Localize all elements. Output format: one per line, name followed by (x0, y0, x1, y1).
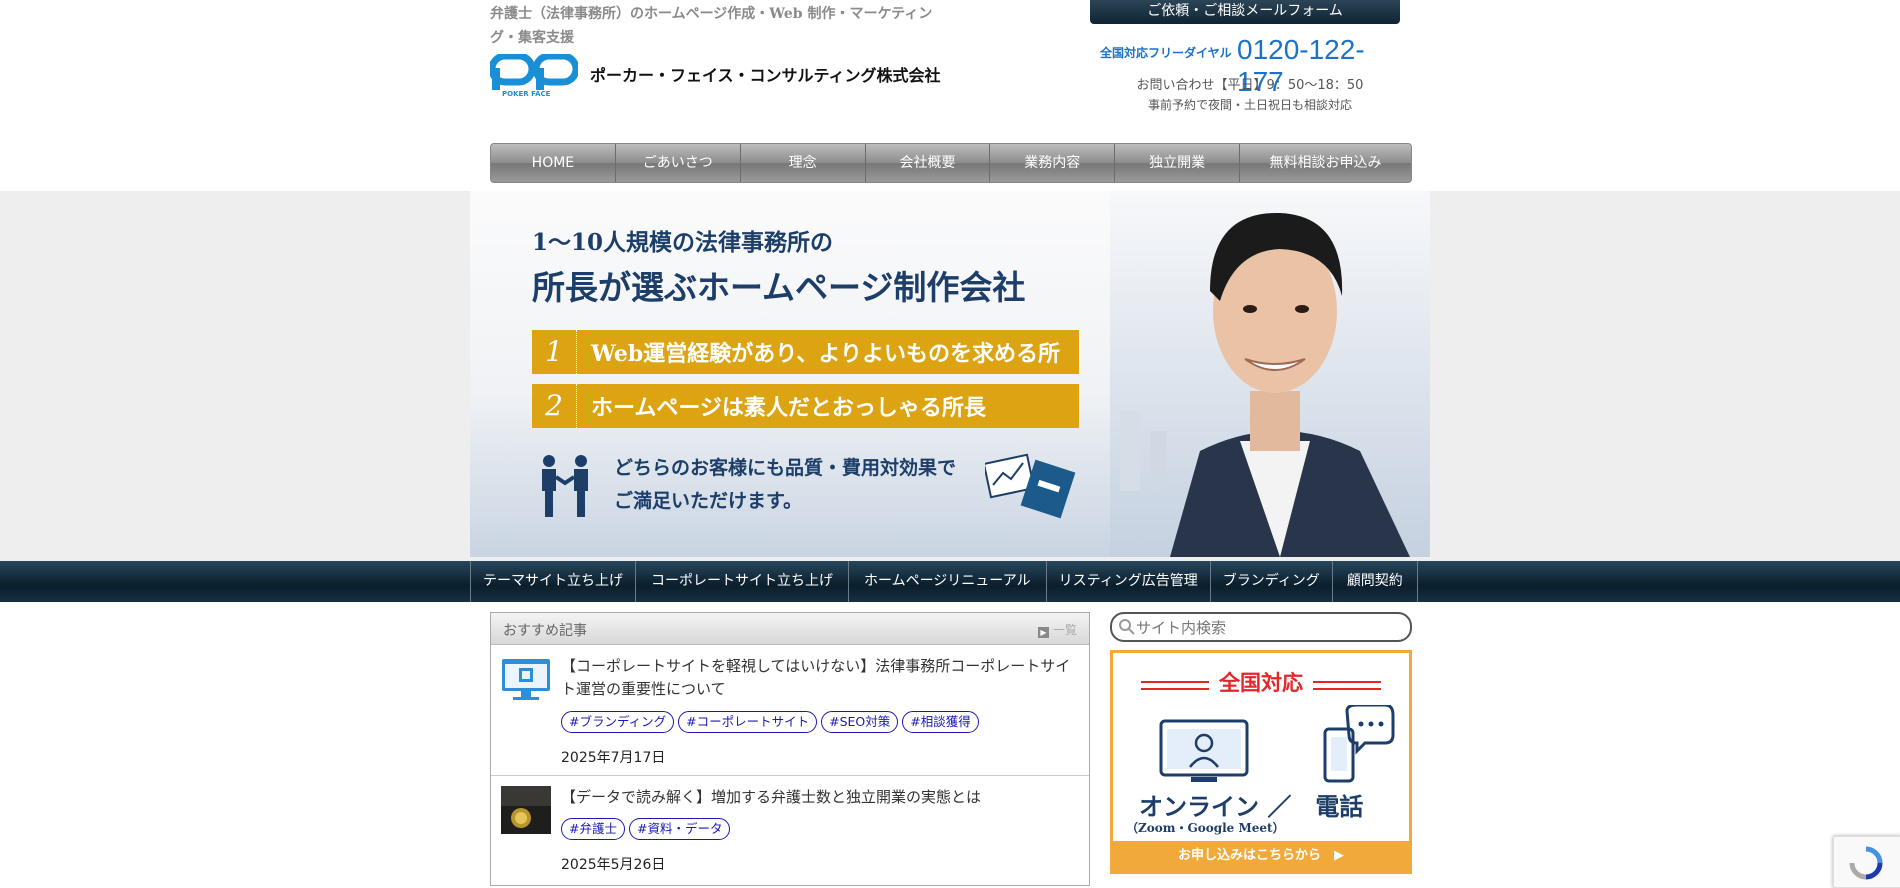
recaptcha-icon (1849, 846, 1883, 880)
computer-monitor-thumbnail[interactable] (501, 655, 551, 703)
view-all-link[interactable]: ▶ 一覧 (1037, 621, 1077, 638)
online-consult-banner[interactable]: 全国対応 オンライン ／ 電話 （Zoom・Google Meet） お申し込み… (1110, 650, 1412, 874)
point-number: 1 (532, 330, 577, 374)
arrow-right-icon: ▶ (1037, 627, 1049, 638)
online-meeting-icon (1159, 719, 1249, 782)
list-item[interactable]: 【データで読み解く】増加する弁護士数と独立開業の実態とは #弁護士 #資料・デー… (491, 776, 1089, 885)
nav-services[interactable]: 業務内容 (990, 144, 1116, 182)
banner-subtext: （Zoom・Google Meet） (1126, 821, 1285, 835)
tag-link[interactable]: #コーポレートサイト (678, 711, 818, 733)
hero-subheading: 1〜10人規模の法律事務所の (532, 229, 834, 256)
point-number: 2 (532, 384, 577, 428)
contact-mail-button[interactable]: ご依頼・ご相談メールフォーム (1090, 0, 1400, 24)
cat-corporate-site[interactable]: コーポレートサイト立ち上げ (636, 561, 849, 602)
hero-point-1: 1Web運営経験があり、よりよいものを求める所長 (532, 330, 1079, 411)
banner-title: 全国対応 (1219, 670, 1303, 695)
tag-link[interactable]: #相談獲得 (902, 711, 979, 733)
cat-listing-ads[interactable]: リスティング広告管理 (1047, 561, 1211, 602)
nav-independence[interactable]: 独立開業 (1115, 144, 1241, 182)
apply-button[interactable]: お申し込みはこちらから ▶ (1113, 841, 1409, 871)
post-title[interactable]: 【コーポレートサイトを軽視してはいけない】法律事務所コーポレートサイト運営の重要… (561, 655, 1076, 701)
point-text: ホームページは素人だとおっしゃる所長 (591, 395, 986, 421)
recommended-title: おすすめ記事 (503, 623, 587, 639)
post-title[interactable]: 【データで読み解く】増加する弁護士数と独立開業の実態とは (561, 786, 1076, 809)
category-nav-inner: テーマサイト立ち上げ コーポレートサイト立ち上げ ホームページリニューアル リス… (470, 561, 1431, 602)
hero-closing: どちらのお客様にも品質・費用対効果で ご満足いただけます。 (614, 452, 956, 518)
phone-chat-icon (1323, 705, 1395, 783)
tag-link[interactable]: #ブランディング (561, 711, 675, 733)
hero-heading: 所長が選ぶホームページ制作会社 (532, 268, 1026, 307)
data-photo-thumbnail[interactable] (501, 786, 551, 834)
post-tags: #弁護士 #資料・データ (561, 818, 731, 840)
cat-branding[interactable]: ブランディング (1211, 561, 1333, 602)
list-item[interactable]: 【コーポレートサイトを軽視してはいけない】法律事務所コーポレートサイト運営の重要… (491, 645, 1089, 776)
view-all-label: 一覧 (1052, 623, 1077, 637)
main-nav: HOME ごあいさつ 理念 会社概要 業務内容 独立開業 無料相談お申込み (490, 143, 1412, 183)
hero-closing-line-1: どちらのお客様にも品質・費用対効果で (614, 457, 957, 479)
category-nav: テーマサイト立ち上げ コーポレートサイト立ち上げ ホームページリニューアル リス… (0, 561, 1900, 602)
search-icon (1119, 619, 1135, 635)
hero-closing-line-2: ご満足いただけます。 (614, 490, 803, 512)
site-header: 弁護士（法律事務所）のホームページ作成・Web 制作・マーケティング・集客支援 … (490, 0, 1412, 183)
hero-person-photo (1110, 191, 1430, 557)
site-tagline: 弁護士（法律事務所）のホームページ作成・Web 制作・マーケティング・集客支援 (490, 6, 933, 46)
banner-main: オンライン ／ 電話 (1139, 792, 1364, 821)
hero-point-2: 2 ホームページは素人だとおっしゃる所長 (532, 384, 1079, 428)
cat-theme-site[interactable]: テーマサイト立ち上げ (471, 561, 636, 602)
cat-advisory[interactable]: 顧問契約 (1333, 561, 1418, 602)
handshake-people-icon (542, 455, 588, 517)
hero-banner[interactable]: 1〜10人規模の法律事務所の 所長が選ぶホームページ制作会社 1 Web運営経験が… (470, 191, 1430, 557)
company-name: ポーカー・フェイス・コンサルティング株式会社 (590, 66, 941, 85)
toll-free-label: 全国対応フリーダイヤル (1100, 46, 1232, 60)
nav-home[interactable]: HOME (491, 144, 616, 182)
recaptcha-badge[interactable] (1833, 836, 1900, 888)
tag-link[interactable]: #資料・データ (628, 818, 731, 840)
business-hours-note: 事前予約で夜間・土日祝日も相談対応 (1147, 98, 1352, 112)
search-input[interactable]: サイト内検索 (1136, 617, 1226, 638)
recommended-header: おすすめ記事 ▶ 一覧 (491, 613, 1089, 645)
site-search[interactable]: サイト内検索 (1110, 612, 1412, 642)
recommended-posts: おすすめ記事 ▶ 一覧 【コーポレートサイトを軽視してはいけない】法律事務所コーポ… (490, 612, 1090, 886)
nav-free-consult[interactable]: 無料相談お申込み (1240, 144, 1411, 182)
post-tags: #ブランディング #コーポレートサイト #SEO対策 #相談獲得 (561, 711, 979, 733)
business-hours: お問い合わせ【平日】9：50〜18：50 (1136, 78, 1364, 93)
nav-greeting[interactable]: ごあいさつ (616, 144, 741, 182)
post-date: 2025年5月26日 (561, 857, 666, 873)
chart-document-icon (985, 453, 1076, 519)
tag-link[interactable]: #弁護士 (561, 818, 625, 840)
logo-subtext: POKER FACE (502, 90, 551, 98)
nav-philosophy[interactable]: 理念 (741, 144, 866, 182)
cat-renewal[interactable]: ホームページリニューアル (849, 561, 1047, 602)
company-logo[interactable]: POKER FACE (490, 54, 578, 98)
nav-company[interactable]: 会社概要 (866, 144, 991, 182)
tag-link[interactable]: #SEO対策 (821, 711, 899, 733)
post-date: 2025年7月17日 (561, 750, 666, 766)
